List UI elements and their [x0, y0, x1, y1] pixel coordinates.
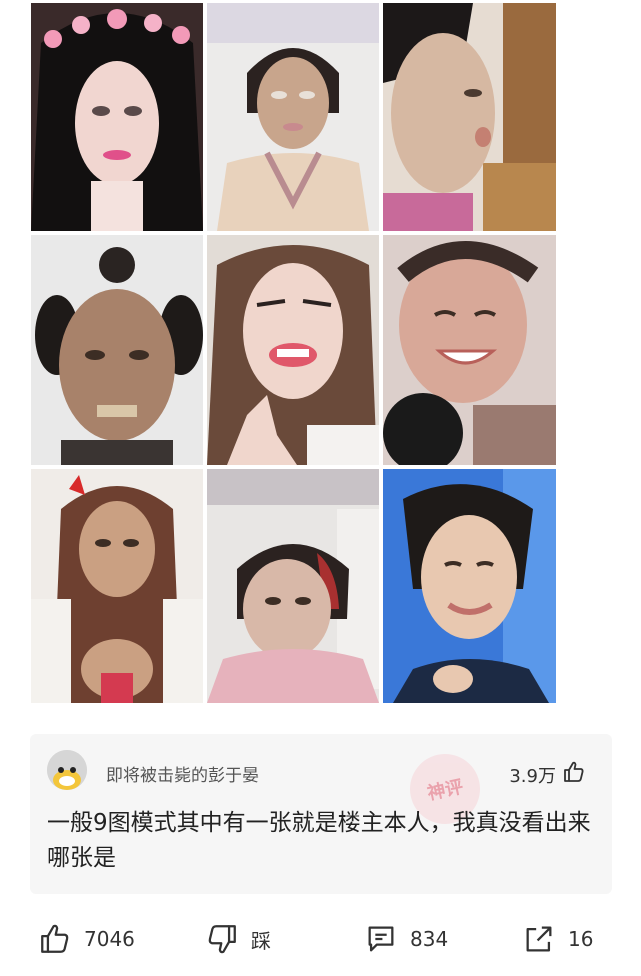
- comment-text: 一般9图模式其中有一张就是楼主本人，我真没看出来哪张是: [47, 810, 591, 871]
- action-bar: 7046 踩 834 16: [0, 918, 641, 964]
- dislike-label: 踩: [251, 928, 271, 953]
- share-count: 16: [568, 927, 594, 951]
- grid-photo-9[interactable]: [383, 469, 556, 703]
- grid-photo-3[interactable]: [383, 3, 556, 231]
- like-button[interactable]: 7046: [38, 922, 135, 956]
- grid-photo-4[interactable]: [31, 235, 203, 465]
- grid-photo-6[interactable]: [383, 235, 556, 465]
- photo-grid: [31, 3, 556, 703]
- grid-photo-8[interactable]: [207, 469, 379, 703]
- grid-photo-2[interactable]: [207, 3, 379, 231]
- comment-like-count: 3.9万: [509, 765, 556, 787]
- comment-like-button[interactable]: 3.9万: [509, 760, 586, 789]
- like-count: 7046: [84, 927, 135, 951]
- comment-icon: [364, 922, 398, 956]
- comment-count: 834: [410, 927, 449, 951]
- thumbs-down-icon: [205, 922, 239, 956]
- comment-button[interactable]: 834: [364, 922, 448, 956]
- hot-comment-card[interactable]: 即将被击毙的彭于晏 神评 3.9万 一般9图模式其中有一张就是楼主本人，我真没看…: [30, 734, 612, 894]
- grid-photo-1[interactable]: [31, 3, 203, 231]
- dislike-button[interactable]: 踩: [205, 922, 271, 956]
- grid-photo-5[interactable]: [207, 235, 379, 465]
- share-button[interactable]: 16: [522, 922, 593, 956]
- thumbs-up-icon: [562, 760, 586, 789]
- avatar[interactable]: [47, 750, 87, 790]
- grid-photo-7[interactable]: [31, 469, 203, 703]
- comment-username[interactable]: 即将被击毙的彭于晏: [106, 761, 259, 786]
- thumbs-up-icon: [38, 922, 72, 956]
- share-icon: [522, 922, 556, 956]
